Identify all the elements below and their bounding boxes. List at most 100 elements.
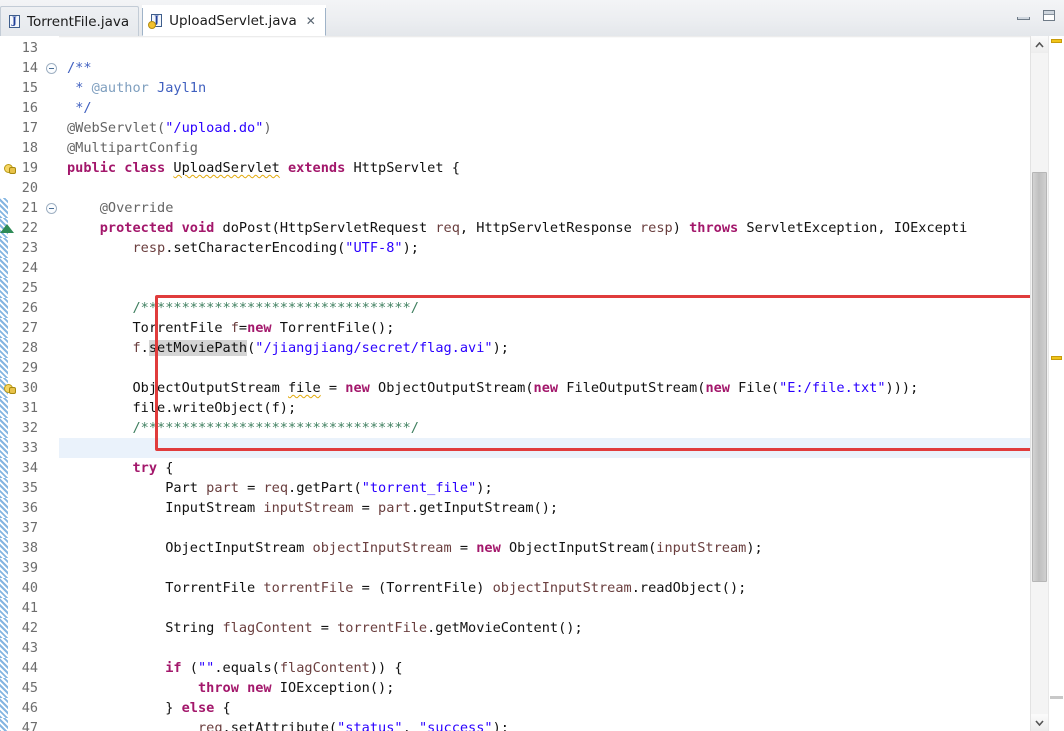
- overview-ruler[interactable]: [1048, 36, 1064, 731]
- tab-label: TorrentFile.java: [27, 13, 130, 30]
- maximize-icon[interactable]: [1040, 8, 1058, 24]
- code-line: @Override: [99, 200, 174, 216]
- line-number: 36: [21, 500, 38, 516]
- line-number: 37: [21, 520, 38, 536]
- code-area[interactable]: /** * @author Jayl1n */ @WebServlet("/upl…: [59, 36, 1030, 731]
- code-line: public class UploadServlet extends HttpS…: [67, 160, 460, 176]
- change-bar-marker: [0, 598, 8, 618]
- change-bar-marker: [0, 398, 8, 418]
- code-line: f.setMoviePath("/jiangjiang/secret/flag.…: [132, 340, 509, 356]
- folding-gutter[interactable]: [45, 36, 59, 731]
- change-bar-marker: [0, 198, 8, 218]
- scrollbar-thumb[interactable]: [1032, 171, 1047, 582]
- line-number: 25: [21, 280, 38, 296]
- change-bar-marker: [0, 358, 8, 378]
- line-number: 20: [21, 180, 38, 196]
- code-line: TorrentFile torrentFile = (TorrentFile) …: [67, 580, 747, 596]
- window-controls: [1014, 8, 1058, 24]
- source-editor[interactable]: 13 14 15 16 17 18 19 20 21 22 23 24 25 26 27 28 29 30 31 32…: [0, 36, 1064, 731]
- line-number: 21: [21, 200, 38, 216]
- line-number: 17: [21, 120, 38, 136]
- code-line: InputStream inputStream = part.getInputS…: [67, 500, 559, 516]
- line-number: 43: [21, 640, 38, 656]
- code-line: TorrentFile f=new TorrentFile();: [67, 320, 395, 336]
- line-number: 19: [21, 160, 38, 176]
- overview-marker[interactable]: [1050, 696, 1063, 700]
- close-icon[interactable]: ✕: [306, 15, 316, 27]
- code-line: /*********************************/: [132, 420, 419, 436]
- line-number: 35: [21, 480, 38, 496]
- line-number: 47: [21, 720, 38, 731]
- change-bar-marker: [0, 278, 8, 298]
- code-line: req.setAttribute("status", "success");: [197, 720, 509, 731]
- warning-quickfix-icon[interactable]: [2, 160, 18, 176]
- change-bar-marker: [0, 238, 8, 258]
- line-number: 27: [21, 320, 38, 336]
- line-number: 38: [21, 540, 38, 556]
- change-bar-marker: [0, 318, 8, 338]
- line-number-gutter[interactable]: 13 14 15 16 17 18 19 20 21 22 23 24 25 26 27 28 29 30 31 32…: [0, 36, 45, 731]
- line-number: 13: [21, 40, 38, 56]
- change-bar-marker: [0, 658, 8, 678]
- change-bar-marker: [0, 638, 8, 658]
- code-line: } else {: [67, 700, 231, 716]
- line-number: 18: [21, 140, 38, 156]
- line-number: 44: [21, 660, 38, 676]
- code-line: /**: [67, 60, 92, 76]
- code-line: if ("".equals(flagContent)) {: [165, 660, 403, 676]
- overview-warning-marker[interactable]: [1051, 39, 1062, 44]
- line-number: 31: [21, 400, 38, 416]
- change-bar-marker: [0, 518, 8, 538]
- line-number: 34: [21, 460, 38, 476]
- line-number: 24: [21, 260, 38, 276]
- overview-warning-marker[interactable]: [1051, 355, 1062, 360]
- change-bar-marker: [0, 718, 8, 731]
- line-number: 15: [21, 80, 38, 96]
- code-line: throw new IOException();: [197, 680, 395, 696]
- change-bar-marker: [0, 498, 8, 518]
- scroll-down-button[interactable]: [1031, 714, 1048, 731]
- java-file-warning-icon: J: [148, 13, 164, 29]
- change-bar-marker: [0, 558, 8, 578]
- vertical-scrollbar[interactable]: [1030, 36, 1048, 731]
- code-line: file.writeObject(f);: [67, 400, 297, 416]
- change-bar-marker: [0, 538, 8, 558]
- chevron-down-icon: [1035, 720, 1044, 726]
- line-number: 30: [21, 380, 38, 396]
- change-bar-marker: [0, 298, 8, 318]
- scroll-up-button[interactable]: [1031, 36, 1048, 53]
- fold-collapse-icon[interactable]: [46, 63, 57, 74]
- fold-collapse-icon[interactable]: [46, 203, 57, 214]
- line-number: 46: [21, 700, 38, 716]
- code-line: protected void doPost(HttpServletRequest…: [99, 220, 968, 236]
- line-number: 32: [21, 420, 38, 436]
- line-number: 14: [21, 60, 38, 76]
- eclipse-editor-window: J TorrentFile.java J UploadServlet.java …: [0, 0, 1064, 731]
- change-bar-marker: [0, 438, 8, 458]
- code-line: * @author Jayl1n: [75, 80, 207, 96]
- tab-label: UploadServlet.java: [169, 12, 297, 29]
- code-line: resp.setCharacterEncoding("UTF-8");: [132, 240, 419, 256]
- change-bar-marker: [0, 338, 8, 358]
- change-bar-marker: [0, 578, 8, 598]
- line-number: 29: [21, 360, 38, 376]
- change-bar-marker: [0, 678, 8, 698]
- tab-uploadservlet-java[interactable]: J UploadServlet.java ✕: [142, 5, 326, 36]
- code-line: */: [75, 100, 92, 116]
- warning-quickfix-icon[interactable]: [2, 380, 18, 396]
- tab-torrentfile-java[interactable]: J TorrentFile.java: [0, 6, 140, 36]
- code-line: ObjectInputStream objectInputStream = ne…: [67, 540, 763, 556]
- line-number: 40: [21, 580, 38, 596]
- minimize-icon[interactable]: [1014, 8, 1032, 24]
- chevron-up-icon: [1035, 42, 1044, 48]
- line-number: 22: [21, 220, 38, 236]
- java-file-icon: J: [8, 14, 22, 29]
- change-bar-marker: [0, 458, 8, 478]
- change-bar-marker: [0, 698, 8, 718]
- code-line: String flagContent = torrentFile.getMovi…: [67, 620, 583, 636]
